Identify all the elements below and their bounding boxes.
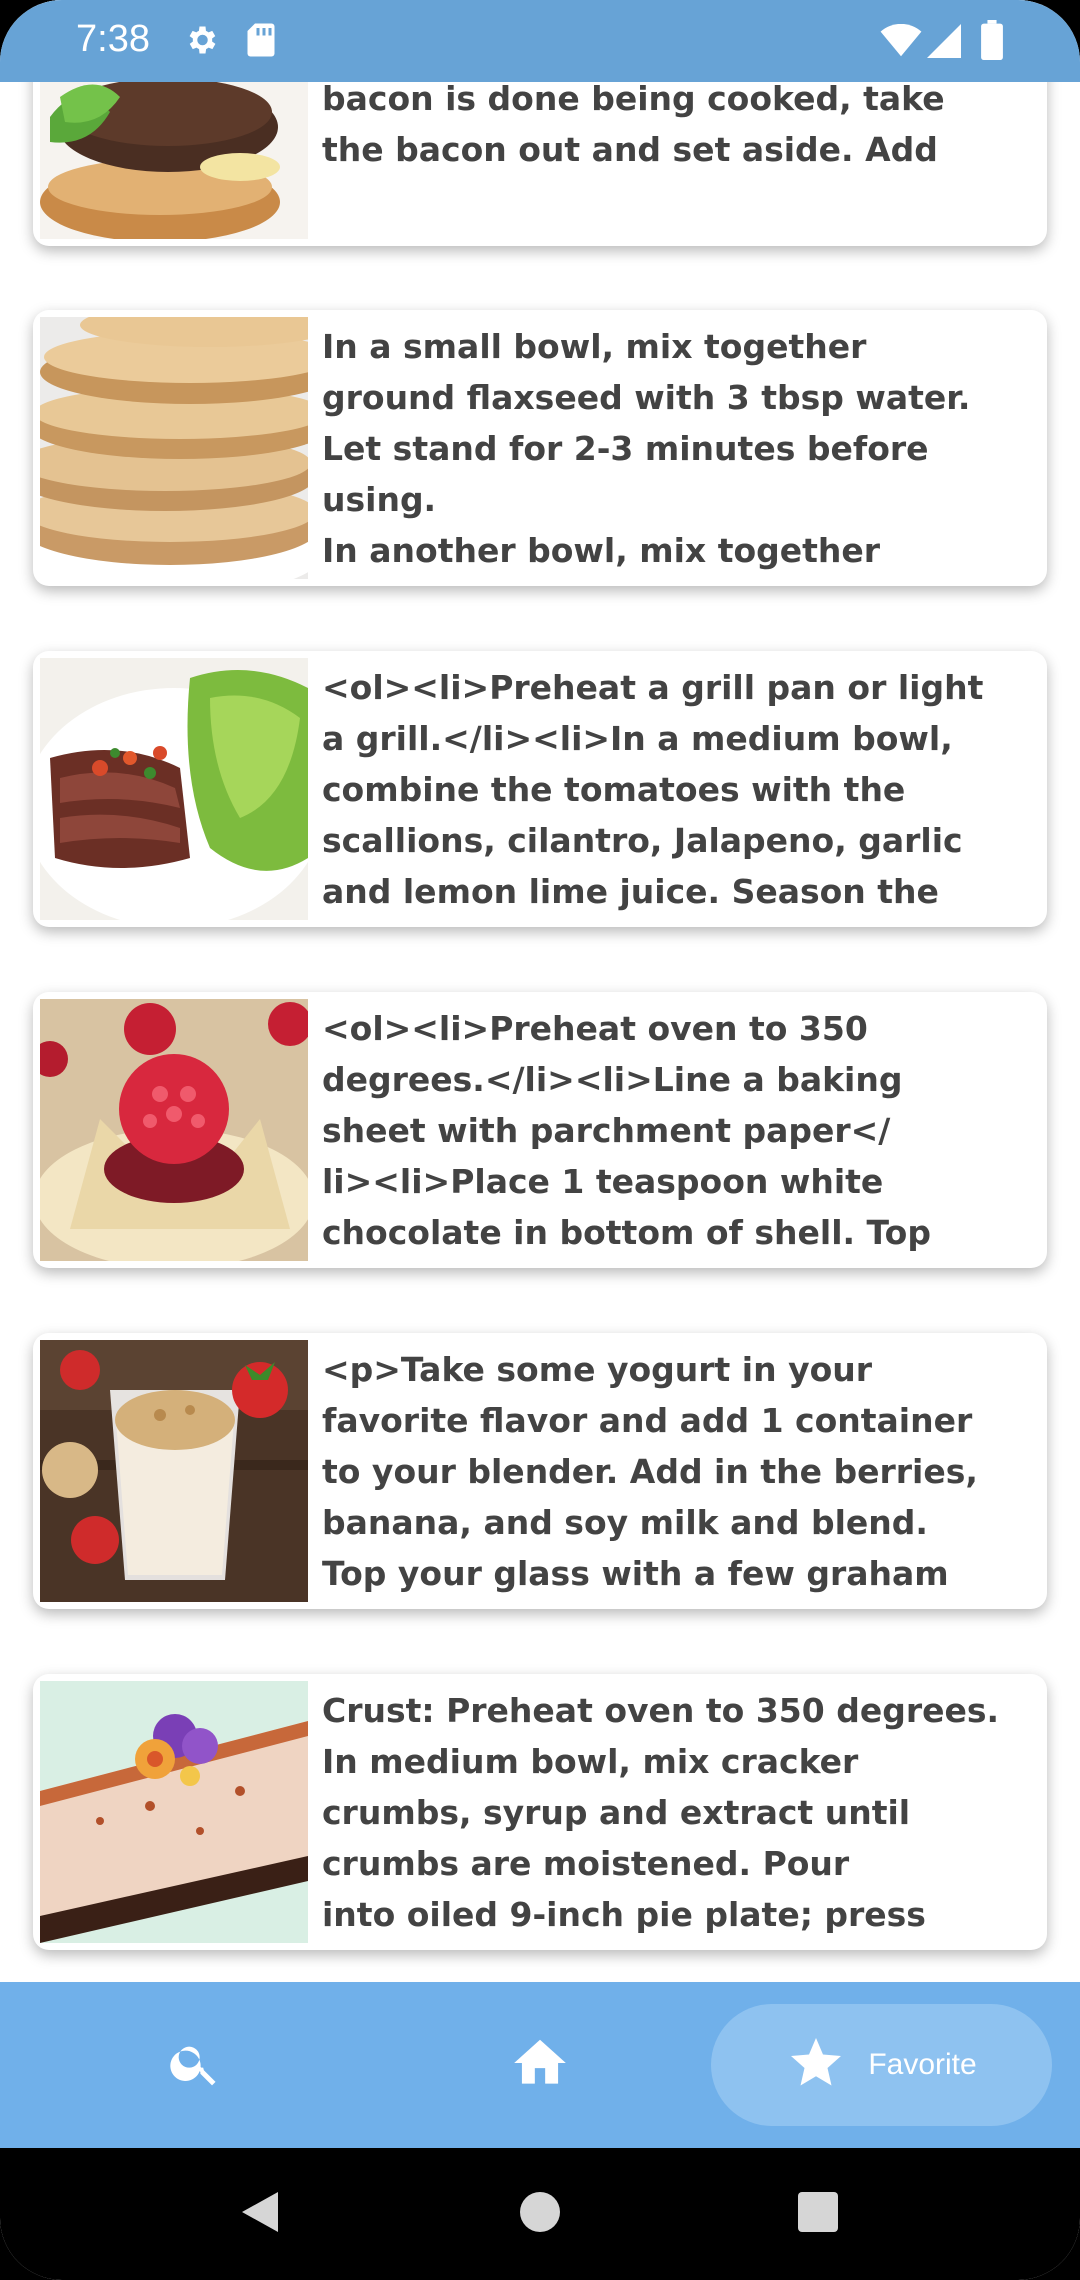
recipe-directions-preview: <ol><li>Preheat oven to 350 degrees.</li… <box>322 1009 931 1252</box>
status-time: 7:38 <box>76 18 150 60</box>
recipe-thumbnail-raspberry-tarts <box>40 999 308 1261</box>
recents-icon <box>798 2192 838 2236</box>
recipe-feed[interactable]: directions on package.</li><li>Once baco… <box>0 0 1080 1982</box>
recipe-thumbnail-pancakes <box>40 317 308 579</box>
nav-favorite-label: Favorite <box>868 2048 977 2081</box>
cell-signal-icon <box>926 24 962 62</box>
recents-button[interactable] <box>758 2148 878 2280</box>
back-icon <box>238 2188 282 2240</box>
nav-search[interactable] <box>100 1982 290 2148</box>
recipe-card[interactable]: <ol><li>Preheat oven to 350 degrees.</li… <box>33 992 1047 1268</box>
nav-home[interactable] <box>445 1982 635 2148</box>
nav-favorite[interactable]: Favorite <box>711 2004 1052 2126</box>
home-button[interactable] <box>480 2148 600 2280</box>
recipe-thumbnail-smoothie <box>40 1340 308 1602</box>
recipe-card[interactable]: Crust: Preheat oven to 350 degrees. In m… <box>33 1674 1047 1950</box>
recipe-directions-preview: Crust: Preheat oven to 350 degrees. In m… <box>322 1691 1000 1934</box>
settings-icon <box>183 22 219 62</box>
recipe-thumbnail-steak-salad <box>40 658 308 920</box>
bottom-navigation: Favorite <box>0 1982 1080 2148</box>
home-circle-icon <box>518 2190 562 2238</box>
back-button[interactable] <box>200 2148 320 2280</box>
sd-card-icon <box>246 22 276 62</box>
recipe-card[interactable]: <p>Take some yogurt in your favorite fla… <box>33 1333 1047 1609</box>
home-icon <box>509 2032 571 2098</box>
recipe-directions-preview: <ol><li>Preheat a grill pan or light a g… <box>322 668 984 911</box>
battery-icon <box>981 20 1003 64</box>
recipe-directions-preview: In a small bowl, mix together ground fla… <box>322 327 971 570</box>
recipe-card[interactable]: In a small bowl, mix together ground fla… <box>33 310 1047 586</box>
recipe-thumbnail-cheesecake <box>40 1681 308 1943</box>
recipe-directions-preview: <p>Take some yogurt in your favorite fla… <box>322 1350 978 1593</box>
app-screen: directions on package.</li><li>Once baco… <box>0 0 1080 2280</box>
recipe-card[interactable]: <ol><li>Preheat a grill pan or light a g… <box>33 651 1047 927</box>
search-icon <box>167 2035 223 2095</box>
status-bar: 7:38 <box>0 0 1080 82</box>
star-icon <box>786 2033 846 2097</box>
wifi-icon <box>880 23 922 62</box>
system-navigation-bar <box>0 2148 1080 2280</box>
